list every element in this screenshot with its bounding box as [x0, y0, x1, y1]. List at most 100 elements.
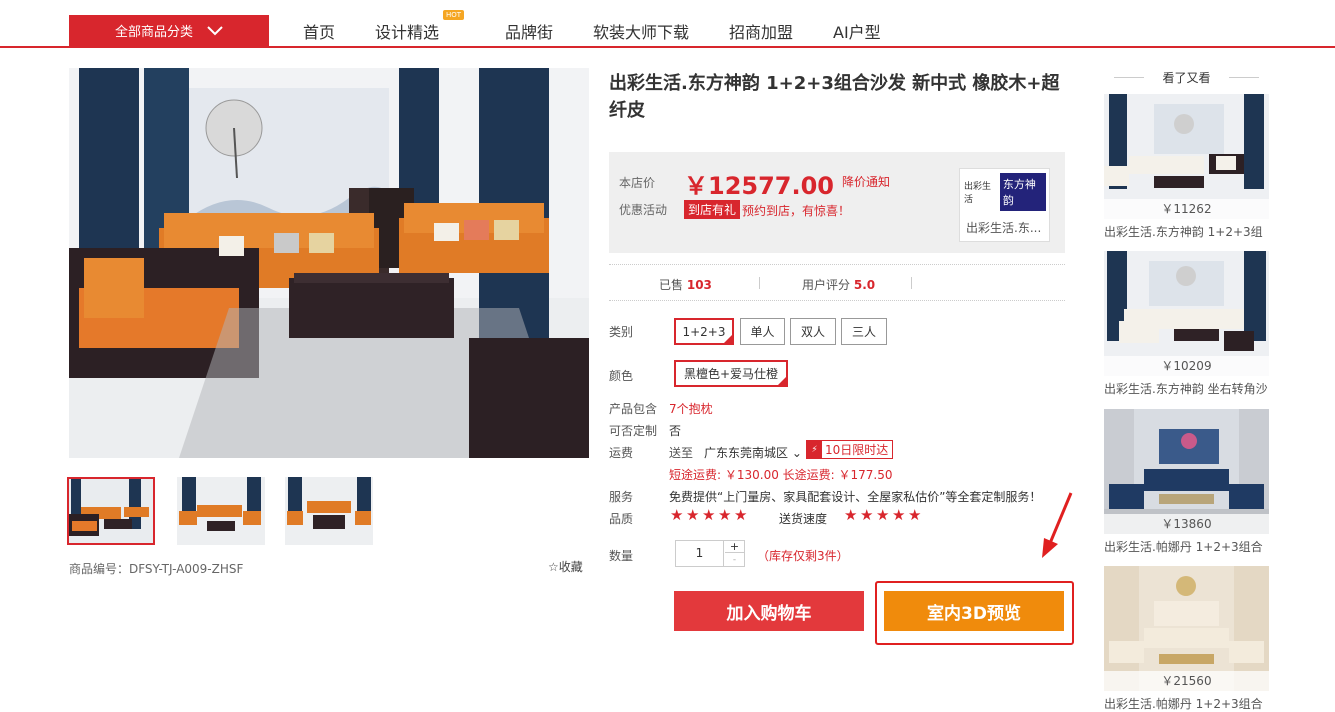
category-option-triple[interactable]: 三人	[841, 318, 887, 345]
color-option[interactable]: 黑檀色+爱马仕橙	[674, 360, 788, 387]
brand-logo-small: 出彩生活	[964, 182, 992, 205]
star-icon: ★	[908, 506, 922, 524]
ship-region-select[interactable]: 广东东莞南城区 ⌄	[704, 444, 802, 461]
sidebar-title: 看了又看	[1104, 69, 1269, 86]
sidebar-item[interactable]: ￥11262 出彩生活.东方神韵 1+2+3组	[1104, 94, 1269, 240]
quantity-increase-button[interactable]: +	[725, 541, 744, 553]
delivery-label: 送货速度	[779, 512, 828, 526]
price-label: 本店价	[619, 176, 656, 190]
nav-join[interactable]: 招商加盟	[729, 19, 793, 43]
sidebar-item-price: ￥11262	[1104, 199, 1269, 219]
all-categories-label: 全部商品分类	[114, 25, 193, 40]
selected-corner	[723, 334, 733, 344]
category-option-double[interactable]: 双人	[790, 318, 836, 345]
star-icon: ★	[860, 506, 874, 524]
sidebar-item-name: 出彩生活.东方神韵 坐右转角沙	[1104, 382, 1268, 396]
thumbnail-1[interactable]	[67, 477, 155, 545]
thumbnail-2[interactable]	[177, 477, 265, 545]
shipping-fees: 短途运费: ￥130.00 长途运费: ￥177.50	[669, 468, 893, 482]
promo-label: 优惠活动	[619, 203, 668, 217]
includes-label: 产品包含	[609, 402, 658, 416]
sidebar-item-image: ￥11262	[1104, 94, 1269, 219]
product-main-image[interactable]	[69, 68, 589, 458]
sidebar-item-image: ￥10209	[1104, 251, 1269, 376]
thumbnail-photo	[285, 477, 373, 545]
sidebar-item-name: 出彩生活.帕娜丹 1+2+3组合	[1104, 697, 1263, 711]
thumbnail-photo	[177, 477, 265, 545]
sidebar-item[interactable]: ￥21560 出彩生活.帕娜丹 1+2+3组合	[1104, 566, 1269, 712]
thumbnail-photo	[69, 479, 153, 543]
option-text: 双人	[800, 325, 825, 339]
sold-count: 103	[686, 278, 712, 292]
quantity-label: 数量	[609, 549, 634, 563]
shipping-label: 运费	[609, 446, 634, 460]
thumbnail-3[interactable]	[285, 477, 373, 545]
quality-label: 品质	[609, 512, 634, 526]
star-icon: ★	[876, 506, 890, 524]
sidebar-item-image: ￥13860	[1104, 409, 1269, 534]
nav-home[interactable]: 首页	[303, 19, 335, 43]
nav-brand-street[interactable]: 品牌街	[505, 19, 553, 43]
rating-value: 5.0	[853, 278, 876, 292]
brand-logo: 出彩生活 东方神韵	[964, 173, 1046, 211]
star-icon: ★	[734, 506, 748, 524]
chevron-down-icon: ⌄	[791, 446, 802, 460]
hot-badge: HOT	[443, 10, 465, 20]
promo-tag: 到店有礼	[684, 200, 741, 219]
chevron-down-icon	[207, 25, 223, 35]
favorite-label: 收藏	[558, 560, 583, 574]
rating-label: 用户评分	[802, 278, 851, 292]
sidebar-item-price: ￥10209	[1104, 356, 1269, 376]
quantity-decrease-button[interactable]: -	[725, 554, 744, 566]
top-nav: 全部商品分类 首页 设计精选 HOT 品牌街 软装大师下载 招商加盟 AI户型	[0, 0, 1335, 48]
divider	[759, 277, 760, 289]
sold-label: 已售	[659, 278, 684, 292]
service-label: 服务	[609, 490, 634, 504]
ship-badge: ⚡ 10日限时达	[806, 440, 894, 459]
option-text: 黑檀色+爱马仕橙	[683, 367, 779, 381]
brand-logo-big: 东方神韵	[999, 173, 1046, 211]
price-box: 本店价 ￥12577.00 降价通知 优惠活动 到店有礼 预约到店，有惊喜！ 出…	[609, 152, 1065, 253]
brand-card[interactable]: 出彩生活 东方神韵 出彩生活.东...	[959, 168, 1050, 242]
quality-stars: ★ ★ ★ ★ ★	[670, 506, 748, 524]
nav-decor-master-download[interactable]: 软装大师下载	[593, 19, 689, 43]
category-option-single[interactable]: 单人	[740, 318, 785, 345]
product-title: 出彩生活.东方神韵 1+2+3组合沙发 新中式 橡胶木+超纤皮	[609, 73, 1060, 121]
price-value: ￥12577.00	[684, 172, 835, 200]
color-label: 颜色	[609, 369, 634, 383]
nav-design-picks[interactable]: 设计精选	[375, 19, 439, 43]
favorite-button[interactable]: ☆收藏	[548, 558, 583, 575]
nav-ai-floorplan[interactable]: AI户型	[833, 19, 881, 43]
sales-stats: 已售 103 用户评分 5.0	[609, 264, 1065, 301]
annotation-arrow-icon	[1042, 492, 1073, 558]
option-text: 三人	[851, 325, 876, 339]
sidebar-item[interactable]: ￥10209 出彩生活.东方神韵 坐右转角沙	[1104, 251, 1269, 397]
category-option-123[interactable]: 1+2+3	[674, 318, 734, 345]
star-icon: ★	[718, 506, 732, 524]
product-code: 商品编号：DFSY-TJ-A009-ZHSF	[69, 562, 244, 576]
custom-label: 可否定制	[609, 424, 658, 438]
quantity-stepper: 1 + -	[675, 540, 745, 567]
all-categories-button[interactable]: 全部商品分类	[69, 15, 269, 46]
rating-stat: 用户评分 5.0	[802, 276, 875, 293]
quantity-input[interactable]: 1	[676, 541, 724, 566]
sidebar-item[interactable]: ￥13860 出彩生活.帕娜丹 1+2+3组合	[1104, 409, 1269, 555]
star-icon: ★	[686, 506, 700, 524]
selected-corner	[777, 376, 787, 386]
star-outline-icon: ☆	[548, 560, 559, 574]
includes-value: 7个抱枕	[669, 402, 713, 416]
sidebar-item-price: ￥13860	[1104, 514, 1269, 534]
price-alert-link[interactable]: 降价通知	[842, 173, 890, 190]
add-to-cart-button[interactable]: 加入购物车	[674, 591, 864, 631]
custom-value: 否	[669, 424, 682, 438]
option-text: 单人	[750, 325, 775, 339]
service-value: 免费提供“上门量房、家具配套设计、全屋家私估价”等全套定制服务！	[669, 490, 1042, 504]
ship-region: 广东东莞南城区	[704, 446, 789, 460]
sofa-photo	[69, 68, 589, 458]
sidebar-item-price: ￥21560	[1104, 671, 1269, 691]
sidebar-item-name: 出彩生活.帕娜丹 1+2+3组合	[1104, 540, 1263, 554]
preview-3d-button[interactable]: 室内3D预览	[884, 591, 1064, 631]
ship-badge-text: 10日限时达	[825, 443, 889, 457]
star-icon: ★	[892, 506, 906, 524]
brand-name: 出彩生活.东...	[966, 221, 1042, 235]
